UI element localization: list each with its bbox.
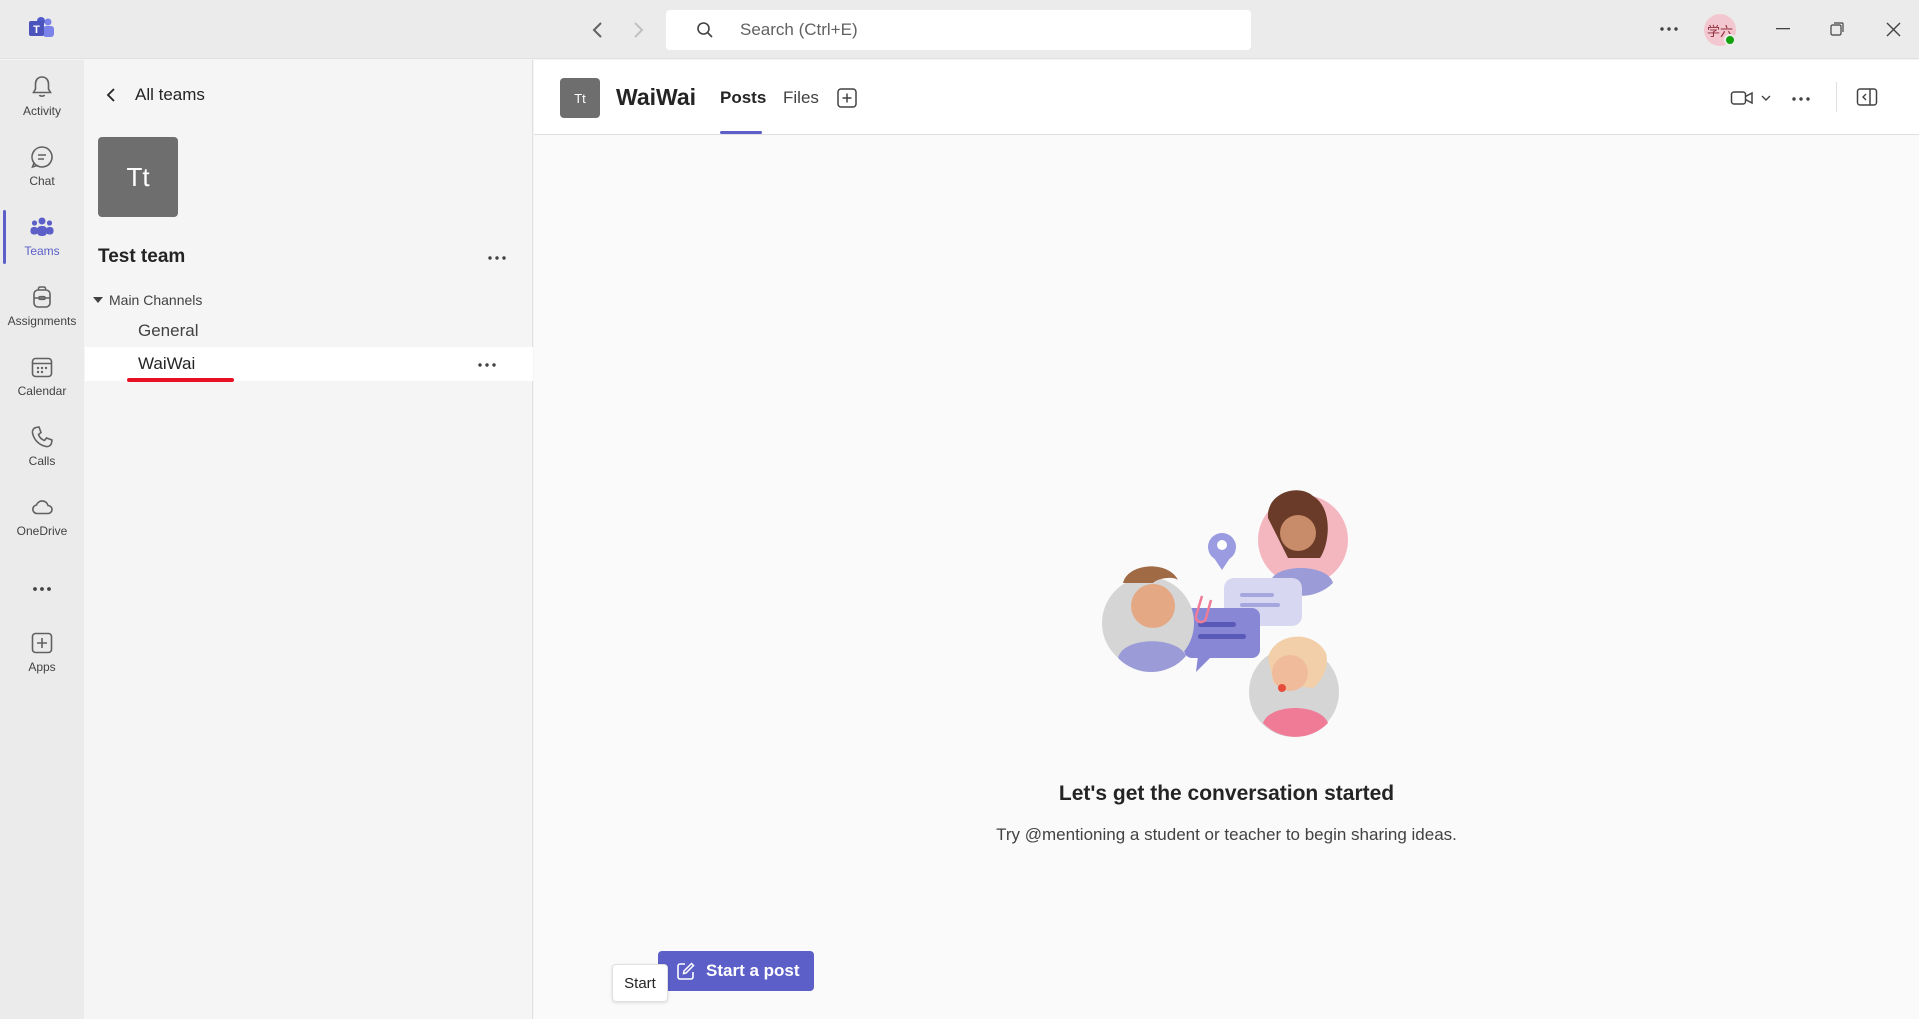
teams-logo-icon[interactable]: T <box>28 16 56 40</box>
more-options-icon[interactable] <box>1654 14 1684 44</box>
video-camera-icon[interactable] <box>1730 88 1754 108</box>
channel-name: General <box>138 321 199 340</box>
header-divider <box>1836 82 1837 112</box>
add-tab-icon[interactable] <box>836 87 858 109</box>
channel-waiwai[interactable]: WaiWai <box>85 347 533 381</box>
start-post-button[interactable]: Start a post <box>658 951 814 991</box>
empty-state-title: Let's get the conversation started <box>1058 782 1395 805</box>
channel-general[interactable]: General <box>85 314 533 348</box>
rail-label: Chat <box>29 174 55 188</box>
teams-icon <box>30 217 54 236</box>
active-tab-indicator <box>720 131 762 134</box>
open-pane-icon[interactable] <box>1856 87 1878 107</box>
phone-icon <box>31 426 53 448</box>
title-bar: T Search (Ctrl+E) 学六 <box>0 0 1919 59</box>
conversation-illustration <box>1102 490 1348 737</box>
team-name: Test team <box>98 246 186 267</box>
rail-item-onedrive[interactable]: OneDrive <box>0 484 84 548</box>
rail-more-apps[interactable] <box>0 560 84 624</box>
forward-arrow-icon[interactable] <box>624 16 652 44</box>
tab-files[interactable]: Files <box>783 88 819 108</box>
close-icon[interactable] <box>1876 14 1910 44</box>
app-rail: Activity Chat Teams Assignments Calendar… <box>0 60 84 1019</box>
caret-down-icon <box>93 297 103 303</box>
header-more-options-icon[interactable] <box>1792 84 1810 107</box>
rail-label: Calls <box>28 454 56 468</box>
rail-item-activity[interactable]: Activity <box>0 64 84 128</box>
more-horizontal-icon <box>33 587 51 591</box>
cloud-icon <box>32 500 53 515</box>
annotation-underline <box>127 378 234 382</box>
chat-icon <box>31 146 53 169</box>
main-channels-section[interactable]: Main Channels <box>93 292 202 308</box>
channel-main: Tt WaiWai Posts Files Let's get the conv… <box>534 60 1919 1019</box>
chevron-left-icon <box>106 88 115 102</box>
channel-name: WaiWai <box>138 354 196 373</box>
team-more-options-icon[interactable] <box>488 244 506 265</box>
rail-label: Apps <box>28 660 56 674</box>
rail-label: OneDrive <box>16 524 68 538</box>
search-icon <box>697 22 713 38</box>
rail-label: Calendar <box>17 384 67 398</box>
rail-label: Assignments <box>7 314 77 328</box>
rail-item-apps[interactable]: Apps <box>0 620 84 684</box>
rail-label: Activity <box>22 104 61 118</box>
rail-item-assignments[interactable]: Assignments <box>0 274 84 338</box>
presence-available-icon <box>1724 34 1736 46</box>
svg-text:T: T <box>33 24 40 36</box>
tab-posts[interactable]: Posts <box>720 88 766 108</box>
rail-item-calls[interactable]: Calls <box>0 414 84 478</box>
rail-item-calendar[interactable]: Calendar <box>0 344 84 408</box>
compose-icon <box>677 962 695 980</box>
rail-label: Teams <box>24 244 60 258</box>
all-teams-back-button[interactable]: All teams <box>103 80 205 110</box>
empty-state-subtitle: Try @mentioning a student or teacher to … <box>996 825 1457 844</box>
channel-header: Tt WaiWai Posts Files <box>534 60 1919 135</box>
restore-icon[interactable] <box>1820 14 1854 44</box>
chevron-down-icon[interactable] <box>1760 92 1772 104</box>
back-arrow-icon[interactable] <box>584 16 612 44</box>
channel-more-options-icon[interactable] <box>478 351 496 372</box>
calendar-icon <box>31 357 53 378</box>
start-tooltip: Start <box>612 964 668 1002</box>
all-teams-label: All teams <box>135 85 205 104</box>
section-label: Main Channels <box>109 292 203 308</box>
rail-item-teams[interactable]: Teams <box>0 204 84 268</box>
channel-title: WaiWai <box>616 84 697 110</box>
team-avatar: Tt <box>98 137 178 217</box>
add-app-icon <box>31 632 53 654</box>
channel-avatar: Tt <box>560 78 600 118</box>
team-panel: All teams Tt Test team Main Channels Gen… <box>85 60 533 1019</box>
search-input[interactable]: Search (Ctrl+E) <box>666 10 1251 50</box>
search-placeholder: Search (Ctrl+E) <box>740 20 858 39</box>
minimize-icon[interactable] <box>1766 14 1800 44</box>
start-post-label: Start a post <box>706 961 800 980</box>
backpack-icon <box>33 286 51 308</box>
bell-icon <box>32 76 52 97</box>
rail-item-chat[interactable]: Chat <box>0 134 84 198</box>
